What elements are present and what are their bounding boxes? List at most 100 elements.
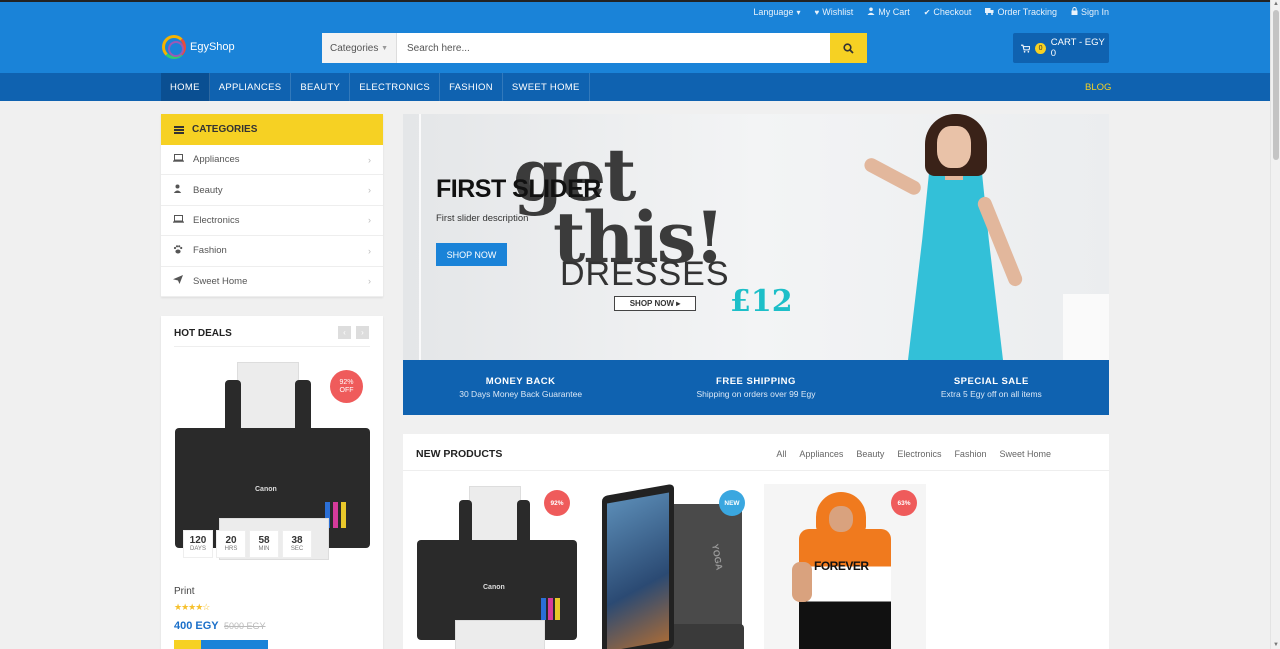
hero-slider[interactable]: get this! DRESSES SHOP NOW ▸ £12 FIRST S…: [403, 114, 1109, 360]
countdown-unit: DAYS: [190, 546, 206, 552]
chevron-down-icon: ▾: [796, 7, 801, 17]
page-scrollbar[interactable]: ▲ ▼: [1270, 0, 1280, 649]
checkout-label: Checkout: [933, 7, 972, 17]
search-button[interactable]: [830, 33, 867, 63]
tab-fashion[interactable]: Fashion: [954, 449, 986, 459]
scroll-up-icon[interactable]: ▲: [1273, 1, 1279, 7]
product-card[interactable]: YOGA NEW: [590, 484, 752, 649]
check-icon: ✔: [923, 7, 931, 17]
wishlist-button[interactable]: [174, 640, 201, 649]
category-item-sweet-home[interactable]: Sweet Home ›: [161, 267, 383, 297]
category-item-electronics[interactable]: Electronics ›: [161, 206, 383, 237]
checkout-link[interactable]: ✔ Checkout: [924, 7, 972, 17]
divider: [174, 346, 370, 347]
sign-in-link[interactable]: Sign In: [1071, 7, 1109, 17]
category-select-label: Categories: [330, 42, 379, 54]
categories-header[interactable]: CATEGORIES: [161, 114, 383, 145]
category-label: Beauty: [193, 184, 223, 196]
slider-model-image: [853, 114, 1109, 360]
category-label: Appliances: [193, 154, 240, 166]
nav-item-blog[interactable]: BLOG: [1085, 82, 1111, 93]
menu-icon: [174, 125, 184, 134]
hoodie-face: [829, 506, 853, 532]
slider-description: First slider description: [436, 213, 529, 224]
category-item-appliances[interactable]: Appliances ›: [161, 145, 383, 176]
hot-deal-product-name[interactable]: Print: [174, 586, 195, 597]
hot-deals-panel: HOT DEALS ‹ › Canon 92% OFF 120 DAYS 20 …: [161, 316, 383, 649]
scroll-down-icon[interactable]: ▼: [1273, 642, 1279, 648]
order-tracking-link[interactable]: Order Tracking: [985, 7, 1057, 17]
ink-tank: [341, 502, 346, 528]
category-select[interactable]: Categories ▼: [322, 33, 397, 63]
category-label: Sweet Home: [193, 275, 248, 287]
nav-item-beauty[interactable]: BEAUTY: [291, 73, 351, 101]
category-item-fashion[interactable]: Fashion ›: [161, 236, 383, 267]
chevron-left-icon: ‹: [343, 328, 346, 337]
search-bar: Categories ▼: [322, 33, 867, 63]
chevron-right-icon: ›: [368, 276, 371, 287]
model-arm: [861, 155, 924, 198]
cart-count-badge: 0: [1035, 42, 1046, 54]
new-badge: NEW: [719, 490, 745, 516]
category-label: Electronics: [193, 214, 240, 226]
tab-appliances[interactable]: Appliances: [799, 449, 843, 459]
tablet-stand: [662, 624, 744, 649]
hoodie-print: FOREVER: [814, 559, 869, 573]
countdown-value: 20: [225, 535, 237, 546]
sale-badge: 92%: [544, 490, 570, 516]
wishlist-label: Wishlist: [822, 7, 854, 17]
next-deal-button[interactable]: ›: [356, 326, 369, 339]
logo-icon: [162, 35, 186, 59]
model-face: [937, 126, 971, 168]
ink-tank: [541, 598, 546, 620]
countdown-value: 38: [291, 535, 303, 546]
truck-icon: [985, 7, 994, 17]
nav-item-electronics[interactable]: ELECTRONICS: [350, 73, 441, 101]
countdown-value: 58: [258, 535, 270, 546]
nav-item-home[interactable]: HOME: [161, 73, 210, 101]
divider: [403, 470, 1109, 471]
prev-deal-button[interactable]: ‹: [338, 326, 351, 339]
brand-name: EgyShop: [190, 41, 235, 53]
hoodie-body: [799, 529, 891, 649]
tab-beauty[interactable]: Beauty: [856, 449, 884, 459]
product-card[interactable]: Canon 92%: [415, 484, 577, 649]
printer-paper: [469, 486, 521, 548]
order-tracking-label: Order Tracking: [997, 7, 1057, 17]
scroll-thumb[interactable]: [1273, 10, 1279, 160]
logo[interactable]: EgyShop: [162, 35, 235, 59]
nav-items: HOME APPLIANCES BEAUTY ELECTRONICS FASHI…: [161, 73, 590, 101]
sign-in-label: Sign In: [1080, 7, 1109, 17]
language-selector[interactable]: Language ▾: [753, 7, 800, 17]
tab-electronics[interactable]: Electronics: [897, 449, 941, 459]
nav-item-sweet-home[interactable]: SWEET HOME: [503, 73, 590, 101]
slider-art-price: £12: [730, 284, 793, 319]
lock-icon: [1071, 7, 1078, 17]
categories-panel: CATEGORIES Appliances › Beauty › Electro…: [161, 114, 383, 297]
tab-sweet-home[interactable]: Sweet Home: [999, 449, 1051, 459]
slider-art-text: DRESSES: [560, 255, 730, 293]
my-cart-link[interactable]: My Cart: [867, 7, 910, 17]
countdown-days: 120 DAYS: [183, 530, 213, 558]
countdown-unit: HRS: [224, 546, 238, 552]
sale-badge: 63%: [891, 490, 917, 516]
hot-deals-title: HOT DEALS: [174, 328, 232, 339]
chevron-right-icon: ›: [368, 245, 371, 256]
shop-now-button[interactable]: SHOP NOW: [436, 243, 507, 266]
add-to-cart-button[interactable]: [201, 640, 268, 649]
tablet-brand: YOGA: [710, 543, 725, 571]
nav-item-appliances[interactable]: APPLIANCES: [210, 73, 292, 101]
user-icon: [173, 184, 193, 196]
product-card[interactable]: FOREVER 63%: [764, 484, 926, 649]
category-item-beauty[interactable]: Beauty ›: [161, 175, 383, 206]
wishlist-link[interactable]: ♥ Wishlist: [814, 7, 853, 17]
nav-item-fashion[interactable]: FASHION: [440, 73, 503, 101]
printer-output-paper: [455, 620, 545, 649]
rating-stars: ★★★★☆: [174, 602, 210, 612]
search-input[interactable]: [397, 33, 830, 63]
feature-subtitle: Extra 5 Egy off on all items: [940, 389, 1042, 399]
send-icon: [173, 275, 193, 287]
cart-button[interactable]: 0 CART - EGY 0: [1013, 33, 1109, 63]
top-header: Language ▾ ♥ Wishlist My Cart ✔ Checkout…: [0, 0, 1270, 73]
tab-all[interactable]: All: [776, 449, 786, 459]
